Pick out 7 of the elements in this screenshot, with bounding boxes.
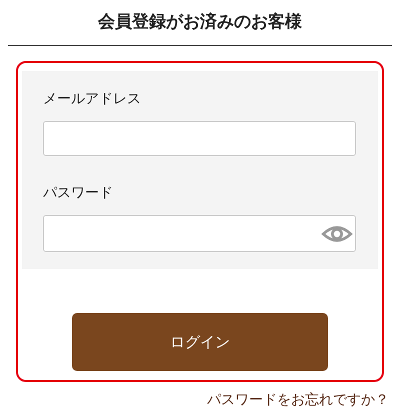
forgot-password-link[interactable]: パスワードをお忘れですか？	[207, 390, 389, 410]
field-label: メールアドレス	[43, 90, 142, 109]
password-field[interactable]	[43, 215, 356, 252]
section-title: 会員登録がお済みのお客様	[96, 11, 303, 33]
field-label: パスワード	[43, 184, 114, 203]
login-button[interactable]: ログイン	[72, 313, 328, 371]
email-field[interactable]	[43, 121, 356, 156]
